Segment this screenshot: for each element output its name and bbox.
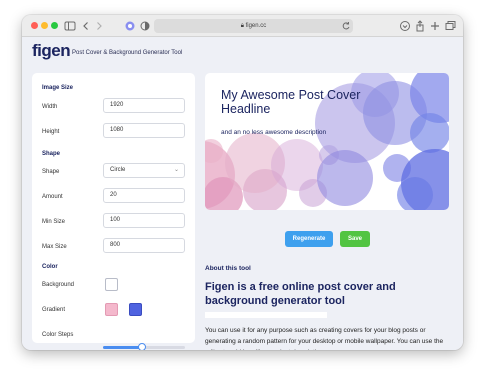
extension-icon[interactable]	[123, 19, 137, 33]
amount-input[interactable]: 20	[103, 188, 185, 203]
background-color-swatch[interactable]	[105, 278, 118, 291]
width-label: Width	[42, 104, 58, 110]
shape-label: Shape	[42, 169, 60, 175]
color-steps-handle[interactable]	[138, 343, 147, 350]
close-window-button[interactable]	[31, 22, 38, 29]
zoom-window-button[interactable]	[51, 22, 58, 29]
settings-panel: Image Size Width 1920 Height 1080 Shape …	[32, 73, 195, 343]
about-title: Figen is a free online post cover and ba…	[205, 281, 396, 307]
address-text: figen.cc	[245, 23, 267, 29]
about-text: You can use it for any purpose such as c…	[205, 327, 444, 350]
max-size-input[interactable]: 800	[103, 238, 185, 253]
height-input[interactable]: 1080	[103, 123, 185, 138]
amount-label: Amount	[42, 194, 63, 200]
height-label: Height	[42, 129, 60, 135]
width-input[interactable]: 1920	[103, 98, 185, 113]
preview-headline[interactable]: My Awesome Post Cover Headline	[221, 88, 361, 116]
shape-select-value: Circle	[110, 167, 126, 173]
gradient-label: Gradient	[42, 307, 66, 313]
reload-icon[interactable]	[339, 19, 353, 33]
browser-toolbar: 🔒︎ figen.cc	[22, 15, 463, 37]
back-icon[interactable]	[79, 19, 93, 33]
shape-heading: Shape	[42, 151, 61, 157]
color-steps-slider[interactable]	[103, 343, 185, 350]
color-steps-label: Color Steps	[42, 332, 74, 338]
privacy-shield-icon[interactable]	[138, 19, 152, 33]
min-size-input[interactable]: 100	[103, 213, 185, 228]
preview-description[interactable]: and an no less awesome description	[221, 129, 326, 136]
sidebar-toggle-icon[interactable]	[63, 19, 77, 33]
max-size-label: Max Size	[42, 244, 67, 250]
gradient-start-swatch[interactable]	[105, 303, 118, 316]
save-button[interactable]: Save	[340, 231, 370, 247]
download-icon[interactable]	[398, 19, 412, 33]
color-steps-fill	[103, 346, 143, 349]
gradient-end-swatch[interactable]	[129, 303, 142, 316]
color-heading: Color	[42, 264, 58, 270]
about-divider	[205, 312, 327, 318]
image-size-heading: Image Size	[42, 85, 74, 91]
chevron-down-icon: ⌄	[173, 167, 179, 173]
share-icon[interactable]	[413, 19, 427, 33]
lock-icon: 🔒︎	[240, 23, 244, 29]
about-heading: About this tool	[205, 265, 251, 272]
browser-window: 🔒︎ figen.cc figen Post Cover & Backgroun…	[22, 15, 463, 350]
shape-select[interactable]: Circle ⌄	[103, 163, 185, 178]
background-label: Background	[42, 282, 75, 288]
address-bar[interactable]: 🔒︎ figen.cc	[154, 19, 353, 33]
tagline: Post Cover & Background Generator Tool	[72, 50, 183, 56]
minimize-window-button[interactable]	[41, 22, 48, 29]
min-size-label: Min Size	[42, 219, 66, 225]
forward-icon[interactable]	[92, 19, 106, 33]
logo[interactable]: figen	[32, 41, 71, 61]
cover-preview: My Awesome Post Cover Headline and an no…	[205, 73, 449, 210]
tab-overview-icon[interactable]	[443, 19, 457, 33]
page-content: figen Post Cover & Background Generator …	[22, 37, 463, 350]
regenerate-button[interactable]: Regenerate	[285, 231, 333, 247]
new-tab-icon[interactable]	[428, 19, 442, 33]
